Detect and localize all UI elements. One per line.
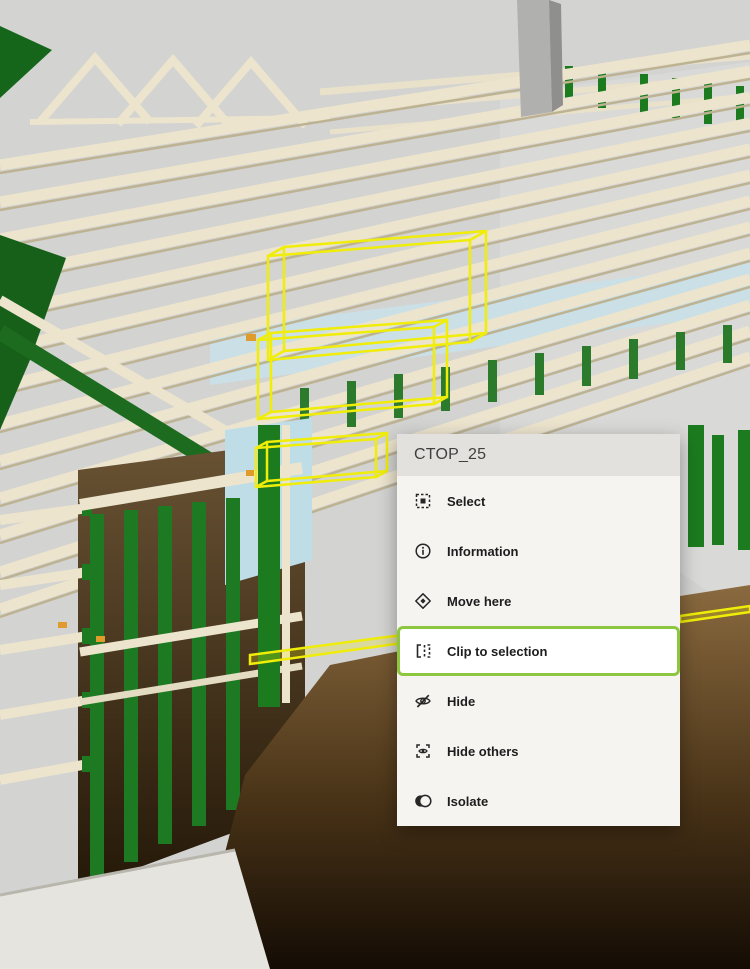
menu-item-isolate[interactable]: Isolate [397, 776, 680, 826]
hide-others-icon [414, 742, 432, 760]
menu-item-label: Hide others [447, 744, 519, 759]
right-wall-studs [688, 425, 750, 550]
menu-item-label: Information [447, 544, 519, 559]
viewer-stage: CTOP_25 Select Information [0, 0, 750, 969]
clip-to-selection-icon [414, 642, 432, 660]
center-column [258, 425, 290, 707]
menu-item-move-here[interactable]: Move here [397, 576, 680, 626]
menu-item-clip-to-selection[interactable]: Clip to selection [397, 626, 680, 676]
menu-item-information[interactable]: Information [397, 526, 680, 576]
chimney [517, 0, 563, 117]
menu-item-label: Clip to selection [447, 644, 547, 659]
menu-item-label: Hide [447, 694, 475, 709]
menu-item-select[interactable]: Select [397, 476, 680, 526]
menu-item-label: Select [447, 494, 485, 509]
menu-item-hide-others[interactable]: Hide others [397, 726, 680, 776]
menu-item-hide[interactable]: Hide [397, 676, 680, 726]
context-menu-title: CTOP_25 [397, 434, 680, 476]
menu-item-label: Move here [447, 594, 511, 609]
menu-item-label: Isolate [447, 794, 488, 809]
info-icon [414, 542, 432, 560]
isolate-icon [414, 792, 432, 810]
hide-eye-off-icon [414, 692, 432, 710]
select-icon [414, 492, 432, 510]
move-here-icon [414, 592, 432, 610]
context-menu: CTOP_25 Select Information [397, 434, 680, 826]
